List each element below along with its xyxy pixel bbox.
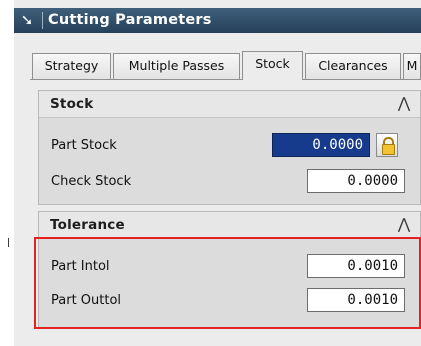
part-stock-lock-button[interactable]	[376, 133, 398, 157]
check-stock-label: Check Stock	[51, 174, 132, 189]
tolerance-section-header[interactable]: Tolerance ⋀	[39, 212, 420, 239]
background-edge	[0, 0, 14, 346]
tolerance-collapse-button[interactable]: ⋀	[394, 215, 414, 235]
chevron-up-icon: ⋀	[397, 216, 411, 233]
check-stock-field[interactable]: 0.0000	[307, 169, 405, 193]
tab-baseline	[30, 79, 421, 80]
tolerance-highlight-box	[34, 237, 421, 329]
cutting-parameters-dialog: ➘ Cutting Parameters Strategy Multiple P…	[0, 0, 421, 346]
tab-clearances[interactable]: Clearances	[305, 53, 401, 79]
stock-section: Stock ⋀ Part Stock 0.0000 Check Stock 0.…	[38, 90, 421, 205]
stock-section-title: Stock	[50, 96, 94, 112]
cursor-arrow-icon: ➘	[20, 11, 34, 29]
edge-mark	[8, 238, 9, 247]
stock-collapse-button[interactable]: ⋀	[394, 94, 414, 114]
tolerance-section-title: Tolerance	[50, 217, 125, 233]
part-stock-field[interactable]: 0.0000	[272, 133, 370, 157]
tab-more[interactable]: M	[403, 53, 421, 79]
title-separator	[42, 12, 43, 29]
tab-multiple-passes[interactable]: Multiple Passes	[113, 53, 240, 79]
dialog-title: Cutting Parameters	[48, 12, 212, 28]
chevron-up-icon: ⋀	[397, 95, 411, 112]
part-stock-label: Part Stock	[51, 138, 117, 153]
tab-stock[interactable]: Stock	[242, 51, 303, 80]
stock-section-header[interactable]: Stock ⋀	[39, 91, 420, 118]
title-bar[interactable]: ➘ Cutting Parameters	[14, 8, 421, 33]
tab-strategy[interactable]: Strategy	[32, 53, 111, 79]
